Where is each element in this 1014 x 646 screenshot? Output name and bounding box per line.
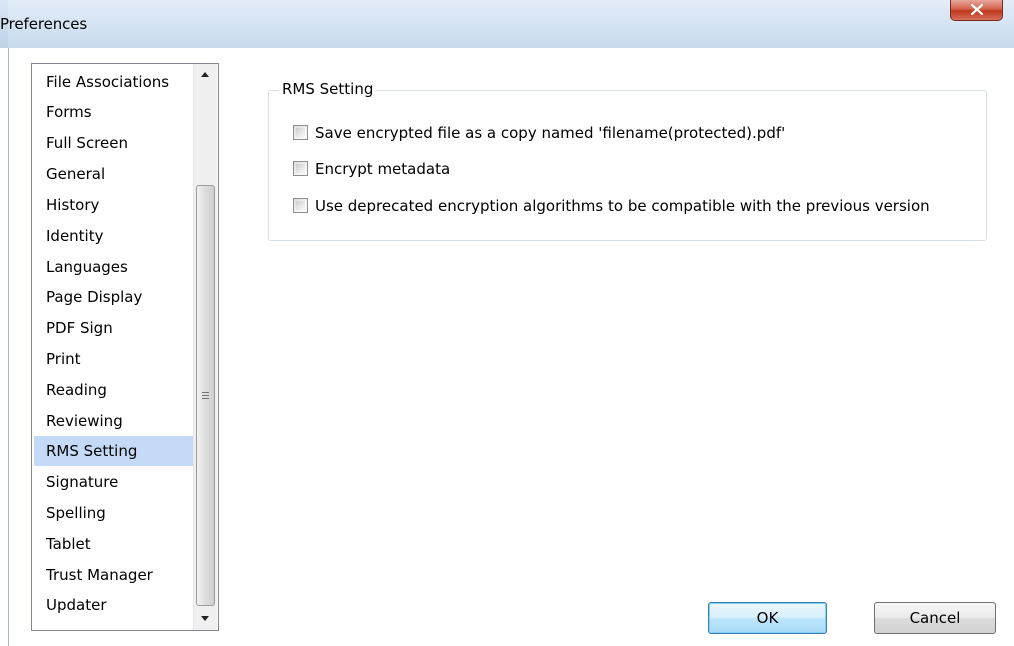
category-item-spelling[interactable]: Spelling — [34, 498, 194, 528]
preferences-dialog: Preferences File Associations Forms Full… — [0, 0, 1014, 646]
scrollbar-grip-icon — [202, 392, 209, 400]
category-item-identity[interactable]: Identity — [34, 221, 194, 251]
scroll-up-button[interactable] — [194, 64, 217, 86]
category-item-reviewing[interactable]: Reviewing — [34, 406, 194, 436]
deprecated-encryption-option[interactable]: Use deprecated encryption algorithms to … — [293, 195, 953, 217]
deprecated-encryption-label[interactable]: Use deprecated encryption algorithms to … — [315, 195, 930, 217]
category-item-signature[interactable]: Signature — [34, 467, 194, 497]
save-encrypted-copy-option[interactable]: Save encrypted file as a copy named 'fil… — [293, 122, 813, 144]
scroll-down-arrow-icon — [201, 616, 209, 621]
category-item-updater[interactable]: Updater — [34, 590, 194, 620]
window-border — [8, 48, 9, 646]
title-bar-glass — [8, 0, 1014, 48]
scrollbar-thumb[interactable] — [196, 185, 215, 606]
save-encrypted-copy-checkbox[interactable] — [293, 125, 308, 140]
deprecated-encryption-checkbox[interactable] — [293, 198, 308, 213]
save-encrypted-copy-label[interactable]: Save encrypted file as a copy named 'fil… — [315, 122, 785, 144]
encrypt-metadata-checkbox[interactable] — [293, 161, 308, 176]
category-item-page-display[interactable]: Page Display — [34, 282, 194, 312]
rms-setting-group-title: RMS Setting — [279, 79, 377, 99]
category-item-rms-setting[interactable]: RMS Setting — [34, 436, 194, 466]
encrypt-metadata-label[interactable]: Encrypt metadata — [315, 158, 450, 180]
scroll-down-button[interactable] — [194, 608, 217, 630]
category-item-forms[interactable]: Forms — [34, 97, 194, 127]
category-list[interactable]: File Associations Forms Full Screen Gene… — [31, 63, 219, 631]
category-item-general[interactable]: General — [34, 159, 194, 189]
category-item-full-screen[interactable]: Full Screen — [34, 128, 194, 158]
ok-button[interactable]: OK — [708, 602, 827, 634]
category-item-history[interactable]: History — [34, 190, 194, 220]
category-item-trust-manager[interactable]: Trust Manager — [34, 560, 194, 590]
close-x-icon — [971, 4, 983, 15]
cancel-button[interactable]: Cancel — [874, 602, 996, 634]
category-item-reading[interactable]: Reading — [34, 375, 194, 405]
scroll-up-arrow-icon — [201, 72, 209, 77]
category-item-languages[interactable]: Languages — [34, 252, 194, 282]
category-item-pdf-sign[interactable]: PDF Sign — [34, 313, 194, 343]
category-list-scrollbar[interactable] — [193, 64, 217, 630]
category-item-file-associations[interactable]: File Associations — [34, 67, 194, 97]
category-item-print[interactable]: Print — [34, 344, 194, 374]
category-item-tablet[interactable]: Tablet — [34, 529, 194, 559]
encrypt-metadata-option[interactable]: Encrypt metadata — [293, 158, 473, 180]
close-button[interactable] — [950, 0, 1003, 21]
window-title: Preferences — [0, 15, 88, 33]
